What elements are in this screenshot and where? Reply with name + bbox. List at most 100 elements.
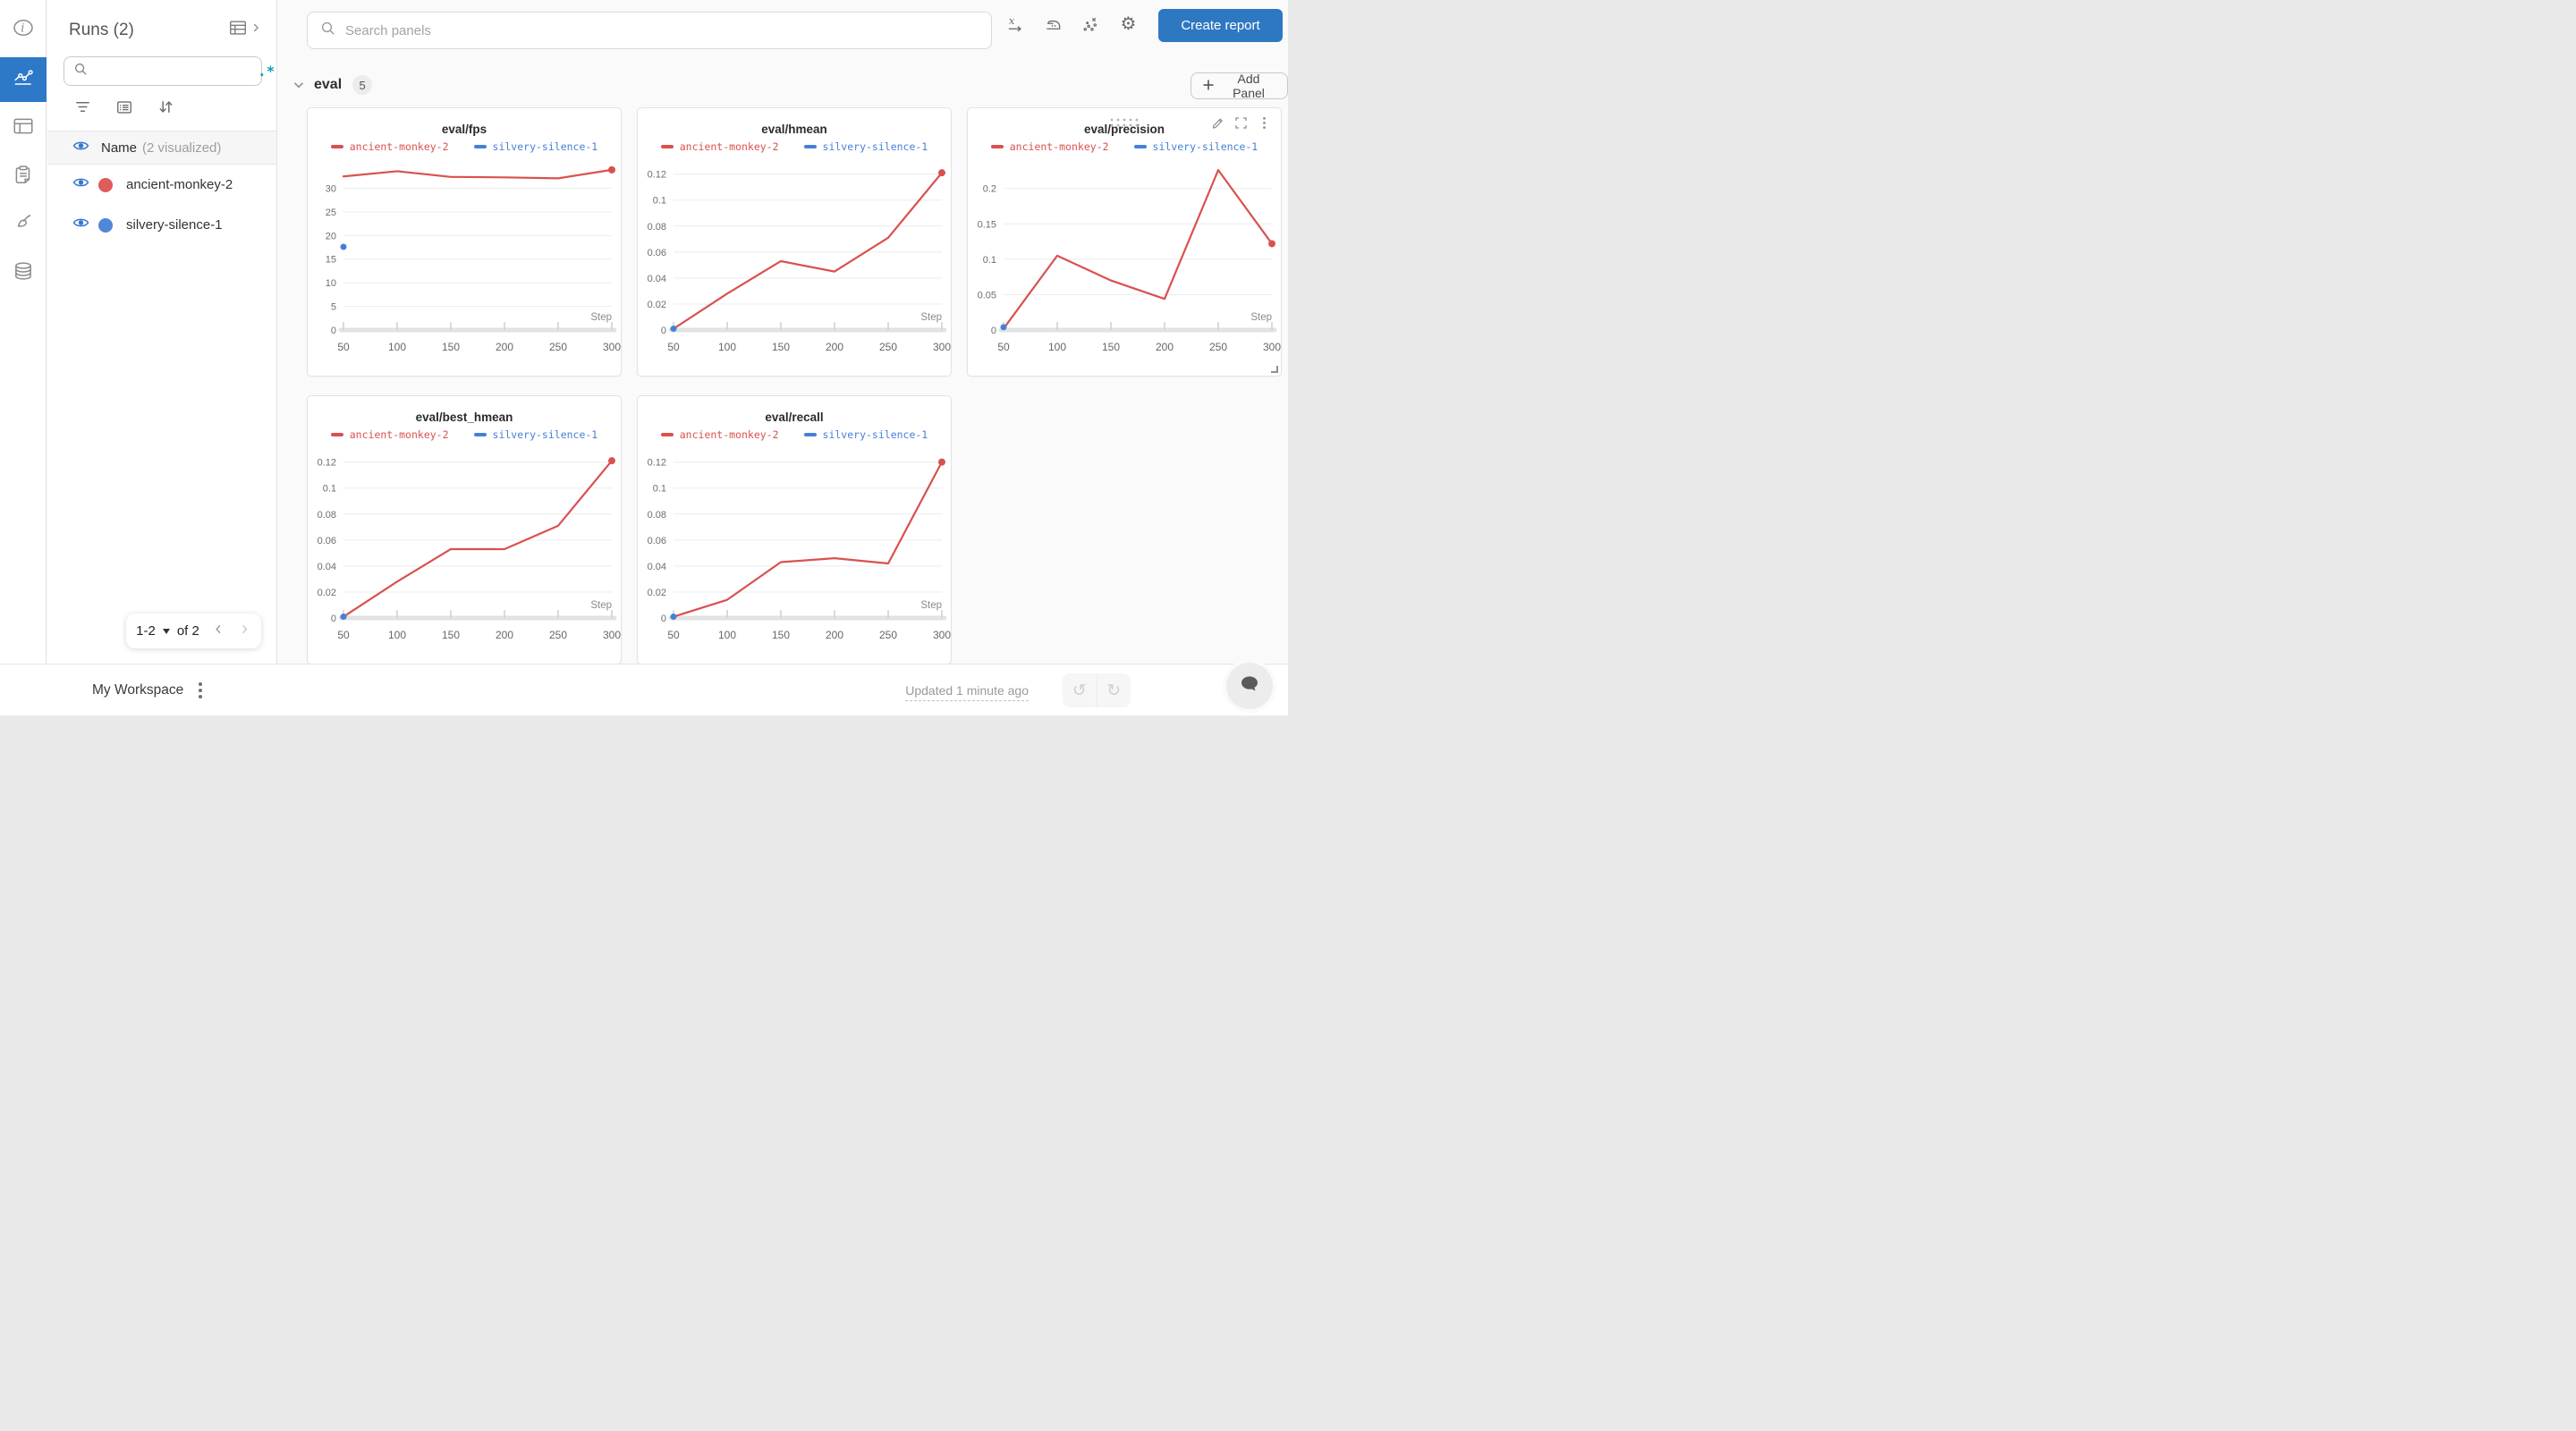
legend-dash (1134, 145, 1147, 148)
svg-text:0.12: 0.12 (648, 458, 666, 469)
legend-item[interactable]: silvery-silence-1 (474, 428, 598, 441)
create-report-button[interactable]: Create report (1158, 9, 1283, 42)
sort-icon[interactable] (157, 98, 174, 120)
undo-icon[interactable]: ↺ (1063, 673, 1097, 707)
svg-text:0.05: 0.05 (978, 290, 996, 301)
chart-plot[interactable]: 00.020.040.060.080.10.125010015020025030… (308, 443, 623, 650)
chart-plot[interactable]: 00.020.040.060.080.10.125010015020025030… (638, 155, 953, 362)
group-list-icon[interactable] (115, 98, 133, 121)
chart-panel[interactable]: eval/fps ancient-monkey-2silvery-silence… (307, 107, 622, 377)
svg-text:50: 50 (337, 629, 350, 641)
svg-text:150: 150 (442, 629, 460, 641)
panel-search-box[interactable] (307, 12, 992, 49)
plus-icon (1202, 79, 1215, 94)
svg-text:150: 150 (442, 341, 460, 353)
chart-panel[interactable]: eval/precision ancient-monkey-2silvery-s… (967, 107, 1282, 377)
redo-icon[interactable]: ↻ (1097, 673, 1131, 707)
legend-item[interactable]: silvery-silence-1 (804, 140, 928, 153)
svg-text:100: 100 (718, 629, 736, 641)
run-row[interactable]: ancient-monkey-2 (47, 165, 276, 205)
regex-toggle[interactable]: .* (258, 64, 275, 79)
svg-text:200: 200 (826, 341, 843, 353)
legend-item[interactable]: silvery-silence-1 (474, 140, 598, 153)
chart-legend: ancient-monkey-2 silvery-silence-1 (638, 140, 951, 153)
chart-plot[interactable]: 05101520253050100150200250300Step (308, 155, 623, 362)
workspace-name[interactable]: My Workspace (92, 682, 183, 699)
svg-text:100: 100 (1048, 341, 1066, 353)
svg-text:250: 250 (879, 341, 897, 353)
runs-table-icon[interactable] (228, 18, 248, 42)
panel-grid: eval/fps ancient-monkey-2silvery-silence… (307, 107, 1282, 665)
panel-workspace: x ⚙ Create report eval 5 Add Panel (278, 0, 1288, 664)
chart-panel[interactable]: eval/hmean ancient-monkey-2silvery-silen… (637, 107, 952, 377)
svg-text:300: 300 (603, 629, 621, 641)
svg-text:0.1: 0.1 (983, 255, 996, 266)
run-row[interactable]: silvery-silence-1 (47, 205, 276, 245)
resize-handle[interactable] (1271, 366, 1278, 373)
rail-item-logs[interactable] (0, 154, 47, 199)
visualized-header-row[interactable]: Name (2 visualized) (47, 131, 276, 165)
run-name[interactable]: silvery-silence-1 (126, 217, 223, 233)
eye-icon[interactable] (72, 176, 89, 193)
chart-plot[interactable]: 00.050.10.150.250100150200250300Step (968, 155, 1283, 362)
svg-text:Step: Step (920, 600, 942, 611)
edit-panel-icon[interactable] (1210, 115, 1225, 135)
page-size-caret-icon[interactable] (163, 629, 170, 634)
smoothing-iron-icon[interactable] (1044, 14, 1063, 33)
legend-run-name: silvery-silence-1 (1153, 140, 1258, 153)
legend-item[interactable]: ancient-monkey-2 (661, 428, 779, 441)
legend-item[interactable]: ancient-monkey-2 (331, 140, 449, 153)
chevron-down-icon[interactable] (291, 77, 307, 93)
svg-text:300: 300 (933, 629, 951, 641)
prev-page-icon[interactable] (212, 622, 225, 640)
legend-run-name: silvery-silence-1 (493, 428, 598, 441)
eye-icon[interactable] (72, 216, 89, 233)
eye-icon[interactable] (72, 140, 89, 157)
runs-title: Runs (2) (69, 21, 228, 40)
legend-item[interactable]: silvery-silence-1 (1134, 140, 1258, 153)
svg-text:0.06: 0.06 (318, 536, 336, 546)
legend-item[interactable]: silvery-silence-1 (804, 428, 928, 441)
page-range-label[interactable]: 1-2 (136, 623, 156, 639)
chart-plot[interactable]: 00.020.040.060.080.10.125010015020025030… (638, 443, 953, 650)
legend-item[interactable]: ancient-monkey-2 (331, 428, 449, 441)
svg-text:100: 100 (388, 629, 406, 641)
add-panel-button[interactable]: Add Panel (1191, 72, 1288, 99)
workspace-menu-icon[interactable] (199, 682, 202, 699)
panel-search-input[interactable] (345, 23, 979, 38)
chart-panel[interactable]: eval/recall ancient-monkey-2silvery-sile… (637, 395, 952, 665)
chart-panel[interactable]: eval/best_hmean ancient-monkey-2silvery-… (307, 395, 622, 665)
expand-runs-icon[interactable] (250, 21, 262, 38)
legend-dash (331, 433, 343, 436)
run-name[interactable]: ancient-monkey-2 (126, 177, 233, 192)
drag-handle-icon[interactable] (1108, 117, 1140, 127)
rail-item-artifacts[interactable] (0, 250, 47, 295)
footer-bar: My Workspace Updated 1 minute ago ↺ ↻ (0, 664, 1288, 716)
section-panel-count-badge: 5 (352, 75, 372, 95)
rail-item-workspace[interactable] (0, 57, 47, 102)
clipboard-icon (12, 163, 35, 191)
legend-dash (991, 145, 1004, 148)
chart-legend: ancient-monkey-2 silvery-silence-1 (638, 428, 951, 441)
runs-search-input[interactable] (96, 64, 258, 79)
legend-item[interactable]: ancient-monkey-2 (661, 140, 779, 153)
fullscreen-icon[interactable] (1233, 115, 1249, 135)
next-page-icon[interactable] (238, 622, 251, 640)
rail-item-sweeps[interactable] (0, 202, 47, 247)
legend-item[interactable]: ancient-monkey-2 (991, 140, 1109, 153)
panel-menu-icon[interactable] (1257, 115, 1272, 135)
help-chat-button[interactable] (1226, 663, 1273, 709)
outliers-icon[interactable] (1081, 14, 1100, 33)
rail-item-table[interactable] (0, 106, 47, 150)
settings-gear-icon[interactable]: ⚙ (1119, 14, 1138, 33)
section-title[interactable]: eval (314, 77, 342, 93)
svg-text:150: 150 (772, 629, 790, 641)
legend-dash (804, 145, 817, 148)
filter-icon[interactable] (74, 98, 91, 120)
svg-text:0.1: 0.1 (653, 484, 666, 495)
runs-search-box[interactable]: .* (64, 56, 262, 86)
rail-item-info[interactable]: i (0, 7, 47, 52)
svg-text:150: 150 (772, 341, 790, 353)
updated-timestamp[interactable]: Updated 1 minute ago (905, 683, 1029, 701)
x-axis-settings-icon[interactable]: x (1006, 14, 1025, 33)
